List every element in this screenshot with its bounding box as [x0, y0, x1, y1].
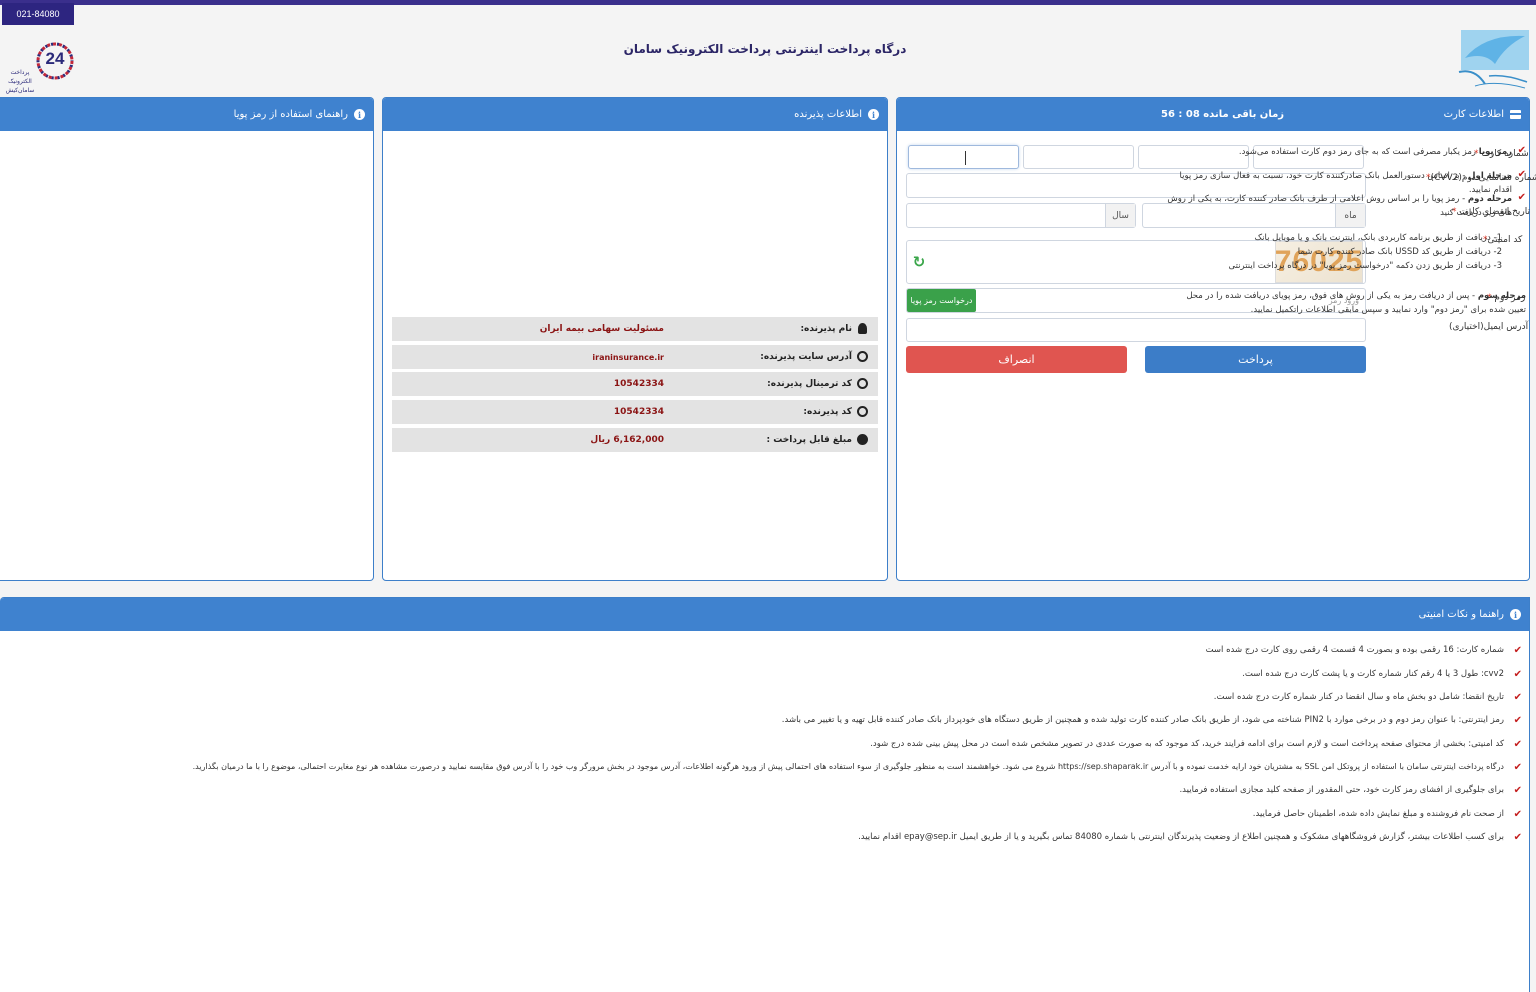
guide-item-1: رمز پویا رمز یکبار مصرفی است که به جای ر… [1238, 147, 1512, 157]
check-circle-icon [857, 406, 868, 417]
tip-3: تاریخ انقضا: شامل دو بخش ماه و سال انقضا… [1213, 692, 1504, 702]
check-icon: ✔ [1517, 192, 1526, 203]
dynamic-pin-guide-panel: i راهنمای استفاده از رمز پویا [0, 97, 374, 581]
terminal-code-value: 10542334 [613, 379, 664, 389]
method-3: 3- دریافت از طریق زدن دکمه "درخواست رمز … [1228, 261, 1502, 271]
merchant-row-amount: مبلغ قابل پرداخت : 6,162,000 ریال [392, 428, 878, 452]
merchant-name-label: نام پذیرنده: [800, 324, 852, 334]
tip-4: رمز اینترنتی: با عنوان رمز دوم و در برخی… [781, 715, 1504, 725]
check-icon: ✔ [1513, 669, 1522, 680]
check-circle-icon [857, 378, 868, 389]
method-1: 1- دریافت از طریق برنامه کاربردی بانک، ا… [1254, 233, 1502, 243]
merchant-code-value: 10542334 [613, 407, 664, 417]
card-number-part-4[interactable] [908, 145, 1019, 169]
cancel-button[interactable]: انصراف [906, 346, 1127, 373]
amount-value: 6,162,000 ریال [590, 435, 664, 445]
top-accent-bar [0, 0, 1536, 5]
check-icon: ✔ [1517, 145, 1526, 156]
logo-left-text: پرداخت الکترونیک سامان‌کیش [5, 69, 35, 94]
merchant-name-value: مسئولیت سهامی بیمه ایران [539, 324, 664, 334]
user-icon [858, 323, 867, 334]
tips-panel-title: راهنما و نکات امنیتی [1418, 609, 1504, 620]
merchant-row-code: کد پذیرنده: 10542334 [392, 400, 878, 424]
guide-item-3: مرحله دوم - رمز پویا را بر اساس روش اعلا… [1167, 194, 1512, 218]
saman-bank-logo [1455, 28, 1531, 92]
logo-24: 24 [45, 49, 65, 68]
amount-label: مبلغ قابل پرداخت : [766, 435, 852, 445]
tip-6: درگاه پرداخت اینترنتی سامان با استفاده ا… [192, 762, 1504, 771]
guide-step-3: مرحله سوم - پس از دریافت رمز به یکی از ر… [1186, 291, 1526, 315]
expiry-year-input[interactable]: سال [906, 203, 1136, 228]
credit-card-icon [1510, 110, 1521, 119]
email-label: آدرس ایمیل(اختیاری) [1449, 322, 1529, 332]
pay-button[interactable]: پرداخت [1145, 346, 1366, 373]
dynamic-pin-button[interactable]: درخواست رمز پویا [907, 289, 976, 312]
check-icon: ✔ [1513, 739, 1522, 750]
check-icon: ✔ [1513, 762, 1522, 773]
timer: زمان باقی مانده 56 : 08 [1161, 109, 1284, 120]
year-addon: سال [1105, 204, 1135, 227]
text-cursor [965, 151, 966, 165]
method-2: 2- دریافت از طریق کد USSD بانک صادر کنند… [1297, 247, 1502, 257]
check-icon: ✔ [1513, 692, 1522, 703]
check-icon: ✔ [1513, 715, 1522, 726]
globe-icon [857, 351, 868, 362]
refresh-captcha-icon[interactable]: ↻ [910, 253, 928, 271]
check-icon: ✔ [1513, 832, 1522, 843]
guide-panel-title: راهنمای استفاده از رمز پویا [233, 109, 348, 120]
guide-panel-header: i راهنمای استفاده از رمز پویا [0, 98, 373, 131]
email-input[interactable] [906, 318, 1366, 342]
tip-8: از صحت نام فروشنده و مبلغ نمایش داده شده… [1252, 809, 1504, 819]
merchant-panel-header: i اطلاعات پذیرنده [383, 98, 887, 131]
info-icon: i [1510, 609, 1521, 620]
info-icon: i [868, 109, 879, 120]
info-icon: i [354, 109, 365, 120]
check-icon: ✔ [1513, 785, 1522, 796]
saman-kish-logo: 24 پرداخت الکترونیک سامان‌کیش [0, 30, 80, 94]
merchant-row-name: نام پذیرنده: مسئولیت سهامی بیمه ایران [392, 317, 878, 341]
merchant-site-label: آدرس سایت پذیرنده: [760, 352, 852, 362]
timer-label: زمان باقی مانده [1203, 109, 1285, 120]
terminal-code-label: کد ترمینال پذیرنده: [767, 379, 852, 389]
merchant-row-site: آدرس سایت پذیرنده: iraninsurance.ir [392, 345, 878, 369]
merchant-site-value: iraninsurance.ir [592, 352, 664, 362]
check-icon: ✔ [1513, 809, 1522, 820]
timer-value: 56 : 08 [1161, 109, 1200, 120]
merchant-row-terminal: کد ترمینال پذیرنده: 10542334 [392, 372, 878, 396]
card-panel-title: اطلاعات کارت [1443, 109, 1504, 120]
tip-7: برای جلوگیری از افشای رمز کارت خود، حتی … [1179, 785, 1504, 795]
card-panel-header: اطلاعات کارت زمان باقی مانده 56 : 08 [897, 98, 1529, 131]
merchant-panel-title: اطلاعات پذیرنده [794, 109, 862, 120]
page-title: درگاه پرداخت اینترنتی پرداخت الکترونیک س… [623, 42, 907, 56]
tip-9: برای کسب اطلاعات بیشتر، گزارش فروشگاههای… [858, 832, 1504, 842]
tips-panel-header: i راهنما و نکات امنیتی [0, 598, 1529, 631]
money-icon [857, 434, 868, 445]
tip-5: کد امنیتی: بخشی از محتوای صفحه پرداخت اس… [870, 739, 1504, 749]
check-icon: ✔ [1513, 645, 1522, 656]
tip-1: شماره کارت: 16 رقمی بوده و بصورت 4 قسمت … [1205, 645, 1504, 655]
card-number-part-3[interactable] [1023, 145, 1134, 169]
support-phone: 021-84080 [2, 3, 74, 25]
merchant-code-label: کد پذیرنده: [803, 407, 852, 417]
check-icon: ✔ [1517, 169, 1526, 180]
tip-2: cvv2: طول 3 یا 4 رقم کنار شماره کارت و ی… [1242, 669, 1504, 679]
